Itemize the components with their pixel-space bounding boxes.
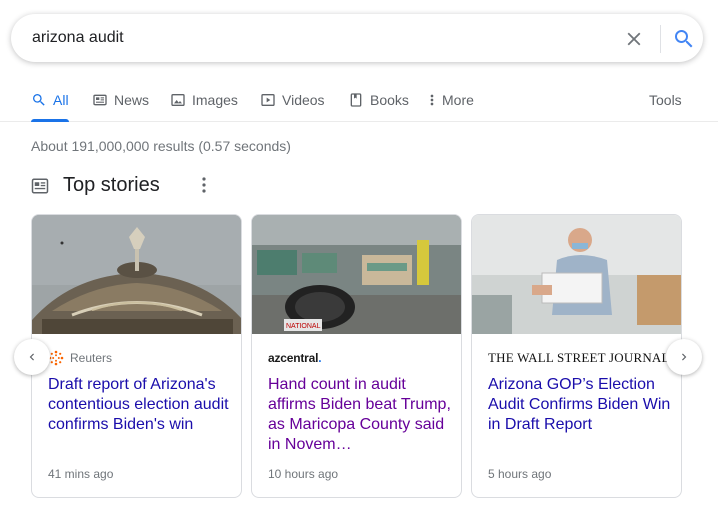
news-thumbnail: NATIONAL [252,215,461,334]
more-vert-icon [430,94,434,106]
tab-images[interactable]: Images [170,92,238,122]
more-options-icon[interactable] [201,175,207,195]
image-icon [171,94,185,106]
carousel-prev-button[interactable] [14,339,50,375]
chevron-right-icon [682,353,687,361]
azcentral-logo: azcentral. [268,351,322,365]
news-source: THE WALL STREET JOURNAL. [488,349,673,367]
news-thumbnail [32,215,241,334]
news-headline[interactable]: Draft report of Arizona's contentious el… [48,375,236,435]
newspaper-icon [31,178,49,194]
news-source: azcentral. [268,349,322,367]
news-timestamp: 10 hours ago [268,467,339,481]
result-stats: About 191,000,000 results (0.57 seconds) [31,138,291,154]
news-source-name: Reuters [70,351,113,365]
tab-all[interactable]: All [31,92,69,122]
tools-button[interactable]: Tools [649,92,682,108]
top-stories-header: Top stories [31,172,206,200]
search-box [11,14,703,62]
news-timestamp: 41 mins ago [48,467,114,481]
tab-more[interactable]: More [428,92,474,122]
news-card-3[interactable]: THE WALL STREET JOURNAL. Arizona GOP’s E… [471,214,682,498]
tab-books[interactable]: Books [348,92,409,122]
tab-label: News [114,92,150,108]
news-headline[interactable]: Hand count in audit affirms Biden beat T… [268,375,456,455]
tab-label: More [442,92,474,108]
book-icon [350,93,362,107]
tab-videos[interactable]: Videos [260,92,325,122]
video-icon [261,94,275,106]
news-timestamp: 5 hours ago [488,467,552,481]
reuters-logo-icon [48,350,64,366]
tab-label: All [53,92,69,108]
search-icon [33,94,45,106]
news-icon [93,94,107,106]
top-stories-title: Top stories [63,174,160,196]
news-card-1[interactable]: Reuters Draft report of Arizona's conten… [31,214,242,498]
news-source: Reuters [48,349,112,367]
news-card-2[interactable]: NATIONAL azcentral. Hand count in audit … [251,214,462,498]
tab-news[interactable]: News [92,92,149,122]
thumbnail-sign-text: NATIONAL [286,323,321,330]
wsj-logo: THE WALL STREET JOURNAL. [488,350,674,365]
tab-label: Videos [282,92,325,108]
search-input[interactable] [32,27,592,49]
tab-label: Books [370,92,409,108]
tab-label: Images [192,92,238,108]
search-divider [660,25,661,53]
search-icon[interactable] [672,27,696,51]
chevron-left-icon [29,353,34,361]
search-tabs: All News Images Videos Books More Tools [0,82,718,122]
clear-icon[interactable] [623,28,645,50]
news-thumbnail [472,215,681,334]
carousel-next-button[interactable] [666,339,702,375]
news-headline[interactable]: Arizona GOP’s Election Audit Confirms Bi… [488,375,676,435]
